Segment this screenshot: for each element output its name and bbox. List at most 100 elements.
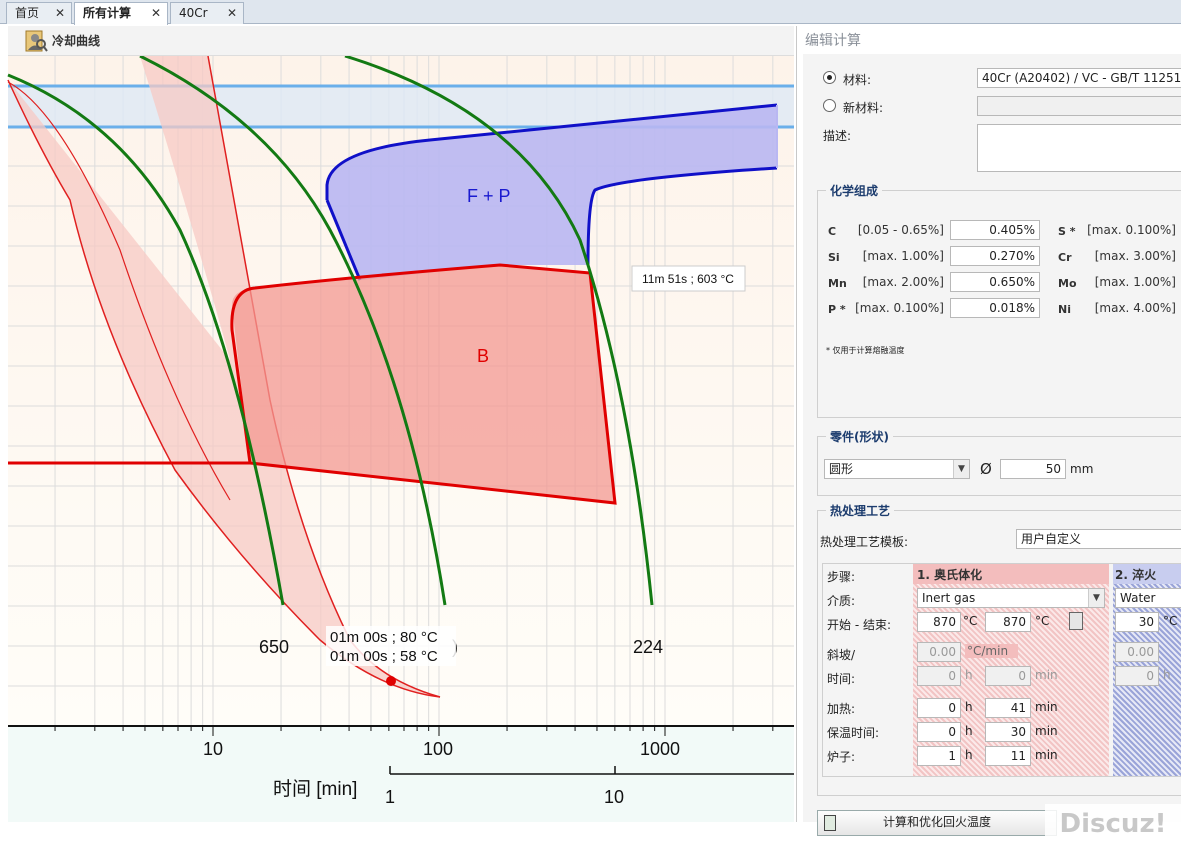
- unit-c: °C: [1035, 614, 1050, 628]
- tab-40cr-label: 40Cr: [179, 6, 208, 20]
- tooltip-text: 01m 00s ; 80 °C: [330, 629, 438, 646]
- row-label-medium: 介质:: [827, 594, 856, 608]
- x-tick-label: 100: [423, 739, 453, 759]
- x-tick-label: 10: [203, 739, 223, 759]
- unit-c: °C: [963, 614, 978, 628]
- edit-calculation-panel: 编辑计算 材料: 40Cr (A20402) / VC - GB/T 11251…: [796, 26, 1181, 844]
- part-title: 零件(形状): [826, 428, 893, 445]
- calculate-optimize-button[interactable]: 计算和优化回火温度: [817, 810, 1057, 836]
- step1-medium-value: Inert gas: [922, 591, 976, 605]
- step1-heat-h-field[interactable]: 0: [917, 698, 961, 718]
- calculator-icon: [824, 815, 836, 831]
- unit-min: min: [1035, 700, 1058, 714]
- unit-h: h: [965, 668, 973, 682]
- close-icon[interactable]: ✕: [151, 3, 161, 23]
- unit-h: h: [965, 700, 973, 714]
- close-icon[interactable]: ✕: [227, 3, 237, 23]
- shape-select[interactable]: 圆形 ▼: [824, 459, 970, 479]
- value-mn[interactable]: 0.650%: [950, 272, 1040, 292]
- material-radio[interactable]: [823, 71, 836, 84]
- chemistry-group: 化学组成 C [0.05 - 0.65%] 0.405% Si [max. 1.…: [817, 182, 1181, 418]
- step1-start-field[interactable]: 870: [917, 612, 961, 632]
- element-p: P *: [828, 303, 846, 316]
- tab-all-calculations[interactable]: 所有计算 ✕: [74, 2, 168, 25]
- chevron-down-icon[interactable]: ▼: [953, 460, 969, 478]
- step1-furnace-h-field[interactable]: 1: [917, 746, 961, 766]
- row-label-start-end: 开始 - 结束:: [827, 618, 892, 632]
- value-c[interactable]: 0.405%: [950, 220, 1040, 240]
- chemistry-title: 化学组成: [826, 182, 883, 199]
- user-search-icon: [25, 30, 48, 52]
- range-c: [0.05 - 0.65%]: [857, 223, 944, 237]
- new-material-field[interactable]: [977, 96, 1181, 116]
- template-label: 热处理工艺模板:: [820, 535, 909, 549]
- element-s: S *: [1058, 225, 1076, 238]
- step1-hold-min-field[interactable]: 30: [985, 722, 1031, 742]
- element-c: C: [828, 225, 837, 238]
- unit-min: min: [1035, 748, 1058, 762]
- region-label-b: B: [477, 346, 489, 366]
- region-label-fp: F + P: [467, 186, 511, 206]
- unit-min: min: [1035, 668, 1058, 682]
- calculator-icon[interactable]: [1069, 612, 1083, 630]
- secondary-tick-label: 1: [385, 787, 395, 807]
- shape-value: 圆形: [829, 462, 854, 476]
- template-field[interactable]: 用户自定义: [1016, 529, 1181, 549]
- step2-start-field[interactable]: 30: [1115, 612, 1159, 632]
- tooltip-text: 11m 51s ; 603 °C: [642, 272, 734, 286]
- steps-table: 步骤: 介质: 开始 - 结束: 斜坡/ 时间: 加热: 保温时间: 炉子: 1…: [822, 563, 1181, 777]
- step2-ramp-field[interactable]: 0.00: [1115, 642, 1159, 662]
- range-si: [max. 1.00%]: [862, 249, 944, 263]
- cooling-curve-chart: F + P B 650 224 ) 11m 51s ; 603 °C 01m 0…: [0, 56, 796, 822]
- step2-medium-select[interactable]: Water: [1115, 588, 1181, 608]
- chart-header-title: 冷却曲线: [52, 34, 101, 48]
- element-si: Si: [828, 251, 840, 264]
- element-cr: Cr: [1058, 251, 1072, 264]
- new-material-radio[interactable]: [823, 99, 836, 112]
- step1-header: 1. 奥氏体化: [913, 564, 1109, 584]
- material-field[interactable]: 40Cr (A20402) / VC - GB/T 11251:19: [977, 68, 1181, 88]
- step1-furnace-min-field[interactable]: 11: [985, 746, 1031, 766]
- value-si[interactable]: 0.270%: [950, 246, 1040, 266]
- tab-home[interactable]: 首页 ✕: [6, 2, 72, 24]
- unit-h: h: [1163, 668, 1171, 682]
- row-label-ramp: 斜坡/: [827, 648, 856, 662]
- calculate-button-label: 计算和优化回火温度: [882, 815, 991, 829]
- step1-end-field[interactable]: 870: [985, 612, 1031, 632]
- chart-svg: F + P B 650 224 ) 11m 51s ; 603 °C 01m 0…: [7, 56, 794, 822]
- heat-title: 热处理工艺: [826, 502, 895, 519]
- step2-time-field[interactable]: 0: [1115, 666, 1159, 686]
- range-cr: [max. 3.00%]: [1094, 249, 1176, 263]
- diameter-icon: Ø: [980, 460, 992, 478]
- step1-heat-min-field[interactable]: 41: [985, 698, 1031, 718]
- unit-c: °C: [1163, 614, 1178, 628]
- step1-medium-select[interactable]: Inert gas ▼: [917, 588, 1105, 608]
- description-field[interactable]: [977, 124, 1181, 172]
- unit-min: min: [1035, 724, 1058, 738]
- step1-ramp-field[interactable]: 0.00: [917, 642, 961, 662]
- x-axis-title: 时间 [min]: [273, 778, 357, 800]
- tab-40cr[interactable]: 40Cr ✕: [170, 2, 244, 24]
- step1-time-h-field[interactable]: 0: [917, 666, 961, 686]
- heat-treatment-group: 热处理工艺 热处理工艺模板: 用户自定义 步骤: 介质: 开始 - 结束: 斜坡…: [817, 502, 1181, 796]
- diameter-field[interactable]: 50: [1000, 459, 1066, 479]
- step2-column: 2. 淬火 Water 30 °C 0.00 0 h: [1113, 564, 1181, 776]
- curve-label-224: 224: [633, 637, 663, 657]
- row-label-step: 步骤:: [827, 570, 856, 584]
- row-label-hold: 保温时间:: [827, 726, 880, 740]
- range-mn: [max. 2.00%]: [862, 275, 944, 289]
- element-ni: Ni: [1058, 303, 1071, 316]
- curve-label-650: 650: [259, 637, 289, 657]
- step1-time-min-field[interactable]: 0: [985, 666, 1031, 686]
- chevron-down-icon[interactable]: ▼: [1088, 589, 1104, 607]
- value-p[interactable]: 0.018%: [950, 298, 1040, 318]
- secondary-tick-label: 10: [604, 787, 624, 807]
- close-icon[interactable]: ✕: [55, 3, 65, 23]
- step1-column: 1. 奥氏体化 Inert gas ▼ 870 °C 870 °C 0.00 °C…: [913, 564, 1109, 776]
- description-label: 描述:: [823, 129, 852, 143]
- panel-title: 编辑计算: [805, 33, 861, 49]
- panel-body: 材料: 40Cr (A20402) / VC - GB/T 11251:19 新…: [803, 54, 1181, 844]
- step1-hold-h-field[interactable]: 0: [917, 722, 961, 742]
- cooling-marker[interactable]: [386, 676, 396, 686]
- chemistry-note: * 仅用于计算熔融温度: [826, 346, 905, 355]
